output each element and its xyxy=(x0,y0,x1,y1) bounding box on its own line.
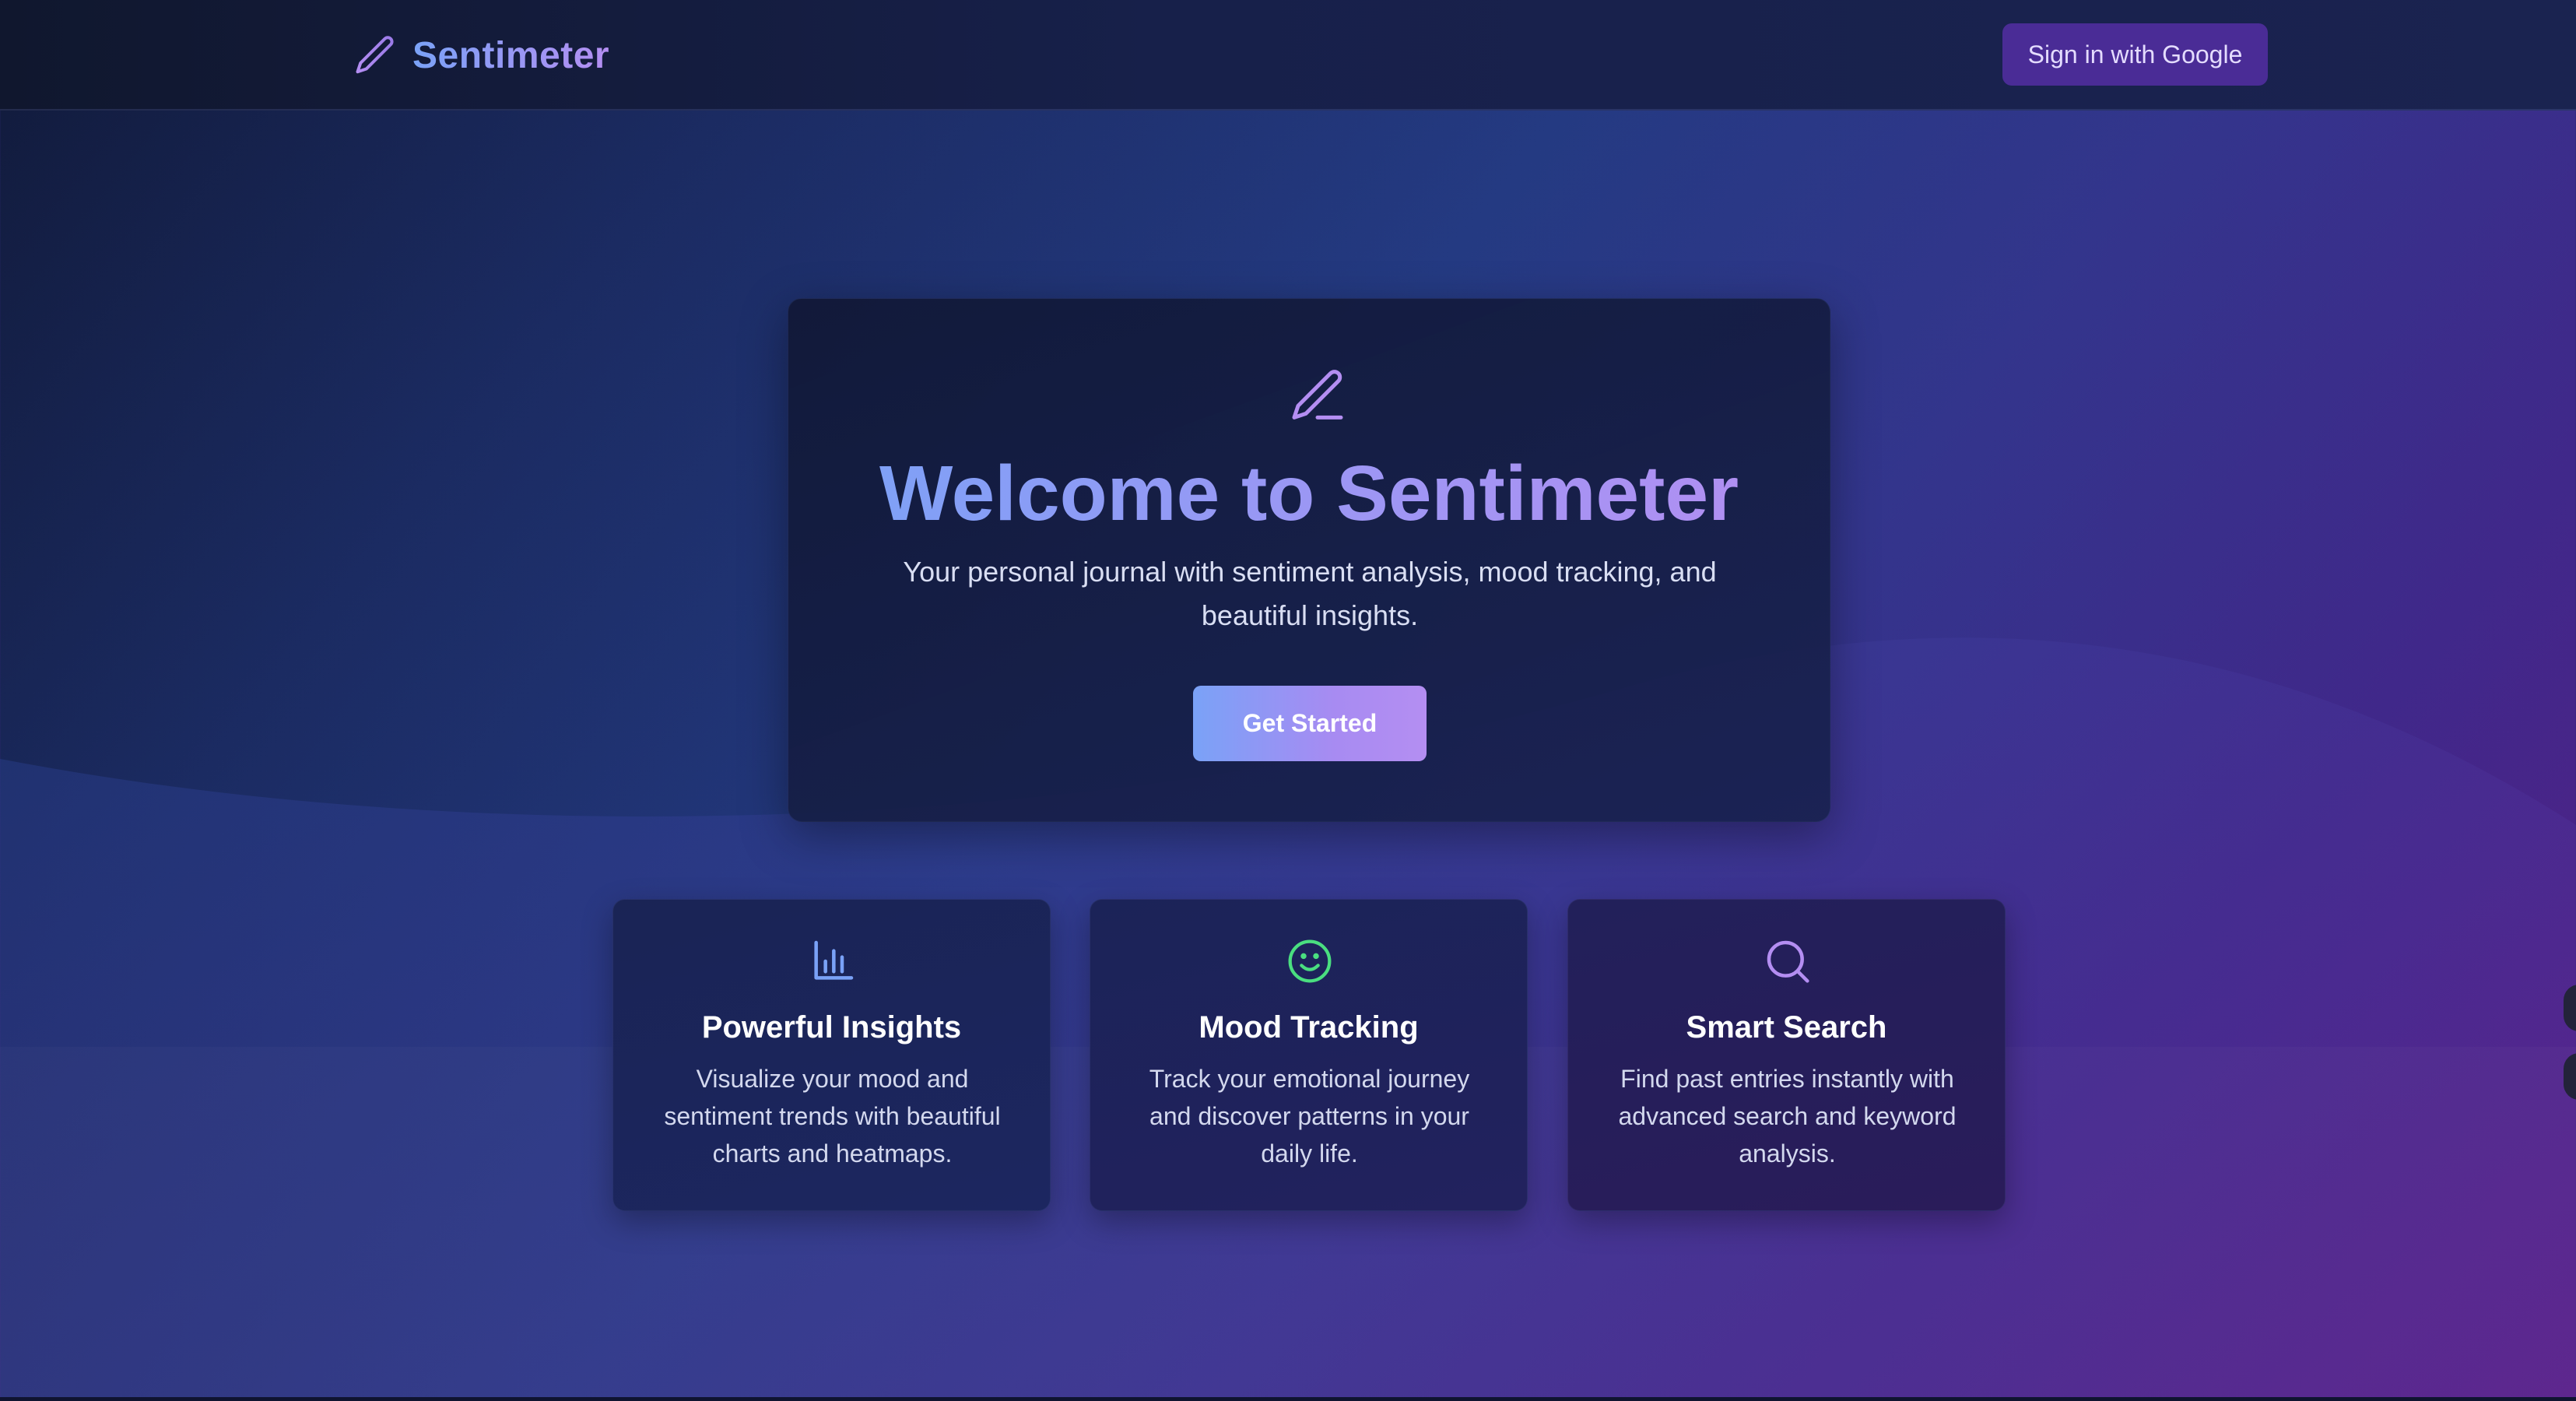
feature-description: Find past entries instantly with advance… xyxy=(1618,1065,1957,1168)
feature-description: Track your emotional journey and discove… xyxy=(1149,1065,1470,1168)
welcome-card: Welcome to Sentimeter Your personal jour… xyxy=(788,298,1830,822)
hero-subtitle: Your personal journal with sentiment ana… xyxy=(903,556,1717,631)
floating-edge-button[interactable] xyxy=(2564,985,2576,1031)
page-title: Welcome to Sentimeter xyxy=(788,443,1830,544)
search-icon xyxy=(1763,936,1813,986)
sign-in-google-button[interactable]: Sign in with Google xyxy=(2002,23,2268,86)
floating-edge-button[interactable] xyxy=(2564,1053,2576,1100)
pencil-icon xyxy=(1286,364,1349,427)
feature-title: Powerful Insights xyxy=(701,1010,962,1045)
feature-title: Mood Tracking xyxy=(1199,1010,1419,1045)
feature-description: Visualize your mood and sentiment trends… xyxy=(664,1065,1001,1168)
smile-icon xyxy=(1285,936,1335,986)
feature-title: Smart Search xyxy=(1686,1010,1887,1045)
feature-card-search: Smart Search Find past entries instantly… xyxy=(1567,899,2006,1211)
pencil-icon xyxy=(352,32,398,79)
top-navbar: Sentimeter Sign in with Google xyxy=(0,0,2576,111)
brand-name: Sentimeter xyxy=(412,34,610,76)
bottom-edge xyxy=(0,1397,2576,1401)
brand-logo[interactable]: Sentimeter xyxy=(352,31,609,79)
feature-card-mood: Mood Tracking Track your emotional journ… xyxy=(1090,899,1528,1211)
get-started-button[interactable]: Get Started xyxy=(1193,686,1427,761)
bar-chart-icon xyxy=(808,936,858,986)
feature-card-insights: Powerful Insights Visualize your mood an… xyxy=(612,899,1051,1211)
